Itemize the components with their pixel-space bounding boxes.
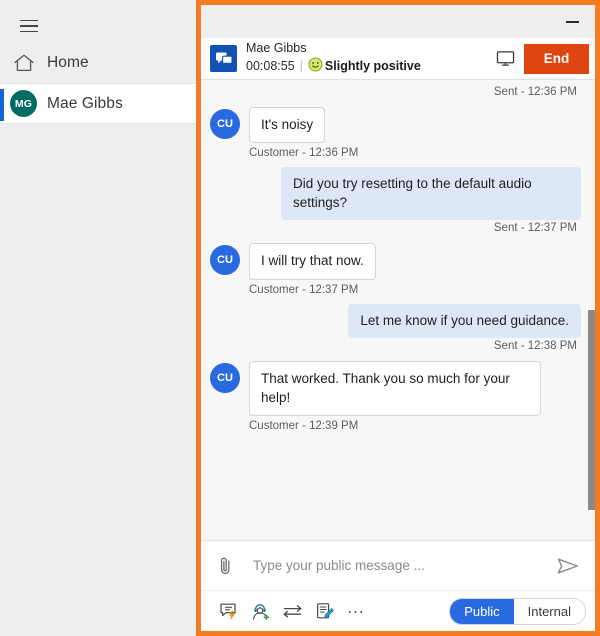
avatar: CU	[210, 363, 240, 394]
visibility-option-public[interactable]: Public	[450, 598, 514, 624]
conversation-substatus: 00:08:55 | Slightly positive	[246, 57, 486, 76]
avatar-initials: MG	[10, 90, 37, 117]
message-meta: Customer - 12:37 PM	[249, 283, 359, 296]
smiley-face-icon	[308, 57, 323, 76]
hamburger-icon[interactable]	[12, 10, 46, 42]
message-incoming: CU I will try that now. Customer - 12:37…	[210, 243, 581, 296]
panel-titlebar	[201, 5, 595, 38]
avatar: CU	[210, 245, 240, 276]
panel-inner: Mae Gibbs 00:08:55 | Slightly positive E…	[201, 5, 595, 631]
message-input[interactable]	[239, 557, 553, 574]
message-outgoing: Did you try resetting to the default aud…	[210, 167, 581, 237]
message-status: Sent - 12:36 PM	[493, 86, 577, 98]
scrollbar[interactable]	[588, 80, 595, 540]
message-status: Sent - 12:37 PM	[493, 222, 577, 235]
minimize-icon[interactable]	[557, 5, 587, 38]
avatar: CU	[210, 109, 240, 139]
sidebar-item-label: Home	[47, 53, 89, 71]
message-bubble: Did you try resetting to the default aud…	[281, 167, 581, 221]
monitor-icon[interactable]	[486, 38, 524, 80]
composer-input-row	[201, 541, 595, 590]
sentiment-indicator: Slightly positive	[308, 57, 421, 76]
meta-divider: |	[299, 59, 303, 73]
message-bubble: I will try that now.	[249, 243, 376, 280]
message-meta: Customer - 12:36 PM	[249, 147, 359, 160]
more-options-button[interactable]: ...	[341, 596, 371, 626]
add-agent-icon[interactable]	[245, 596, 277, 626]
quick-reply-icon[interactable]	[213, 596, 245, 626]
sidebar-item-mae-gibbs[interactable]: MG Mae Gibbs	[0, 83, 196, 124]
visibility-option-internal[interactable]: Internal	[513, 598, 585, 624]
message-outgoing: Let me know if you need guidance. Sent -…	[210, 303, 581, 356]
avatar: MG	[0, 90, 47, 117]
message-meta: Customer - 12:39 PM	[249, 419, 359, 432]
sentiment-label: Slightly positive	[324, 59, 421, 73]
send-icon[interactable]	[553, 552, 583, 580]
chat-workspace: Home MG Mae Gibbs Mae Gibbs 00:08:55 | S…	[0, 0, 600, 636]
home-icon	[0, 53, 47, 73]
conversation-meta: Mae Gibbs 00:08:55 | Slightly positive	[246, 41, 486, 76]
message-incoming: CU It's noisy Customer - 12:36 PM	[210, 107, 581, 159]
end-button[interactable]: End	[524, 43, 589, 74]
composer: ... Public Internal	[201, 540, 595, 631]
conversation-panel: Mae Gibbs 00:08:55 | Slightly positive E…	[196, 0, 600, 636]
message-bubble: Let me know if you need guidance.	[348, 303, 581, 339]
message-incoming: CU That worked. Thank you so much for yo…	[210, 361, 581, 432]
transcript[interactable]: Sent - 12:36 PM CU It's noisy Customer -…	[201, 80, 595, 540]
chat-bubbles-icon	[210, 45, 237, 72]
sidebar: Home MG Mae Gibbs	[0, 0, 196, 636]
message-bubble: It's noisy	[249, 107, 326, 144]
message-status: Sent - 12:38 PM	[493, 340, 577, 353]
scrollbar-thumb[interactable]	[588, 310, 595, 510]
call-timer: 00:08:55	[246, 59, 295, 73]
customer-name: Mae Gibbs	[246, 41, 307, 56]
transfer-icon[interactable]	[277, 596, 309, 626]
message-bubble: That worked. Thank you so much for your …	[249, 361, 541, 416]
paperclip-icon[interactable]	[211, 552, 239, 580]
note-icon[interactable]	[309, 596, 341, 626]
conversation-header: Mae Gibbs 00:08:55 | Slightly positive E…	[201, 38, 595, 80]
sidebar-item-home[interactable]: Home	[0, 42, 196, 83]
sidebar-item-label: Mae Gibbs	[47, 94, 123, 112]
composer-toolbar: ... Public Internal	[201, 590, 595, 631]
visibility-toggle: Public Internal	[449, 597, 586, 625]
